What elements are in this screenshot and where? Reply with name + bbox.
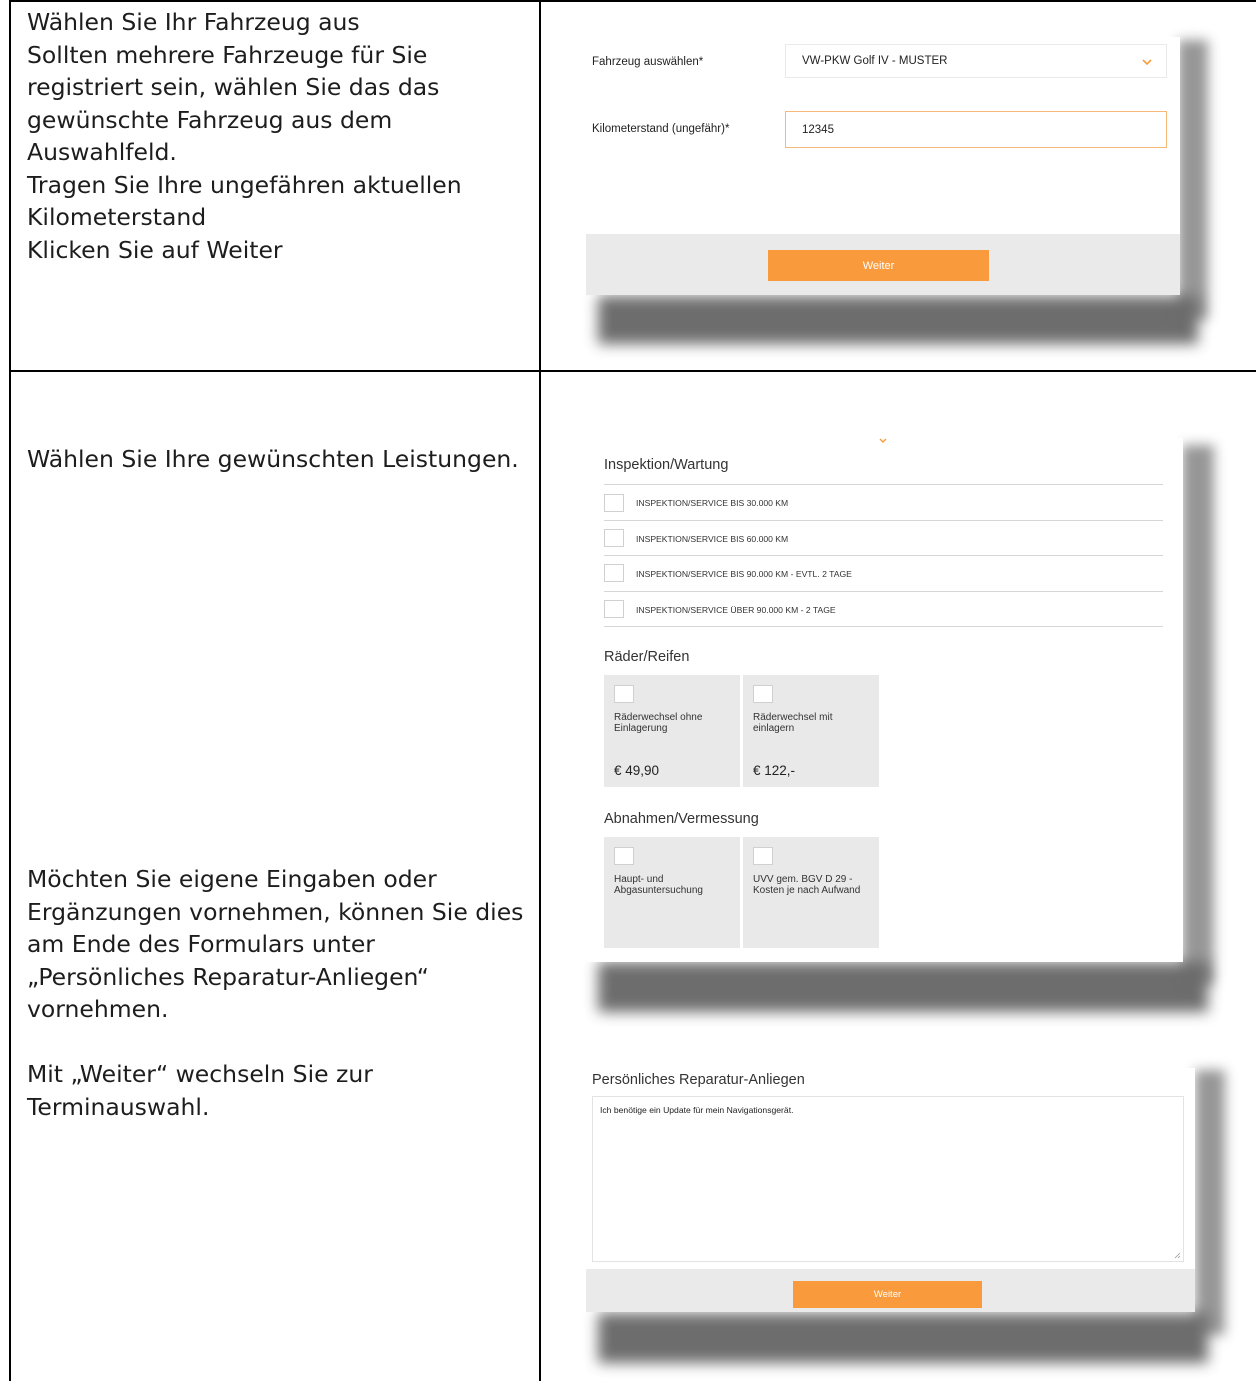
instruction-line: Ergänzungen vornehmen, können Sie dies [27,897,524,926]
tile-price: € 49,90 [614,763,660,778]
vehicle-select-label: Fahrzeug auswählen* [592,56,704,68]
next-button[interactable]: Weiter [768,250,989,281]
instruction-line: Sollten mehrere Fahrzeuge für Sie [27,40,428,69]
divider [604,555,1163,556]
km-input-label: Kilometerstand (ungefähr)* [592,123,730,135]
panel-shadow [1195,1070,1225,1335]
tile-label: Haupt- und Abgasuntersuchung [614,874,703,896]
row1-instructions: Wählen Sie Ihr Fahrzeug aus Sollten mehr… [27,6,462,266]
inspections-section-title: Abnahmen/Vermessung [604,811,759,827]
checkbox[interactable] [614,847,634,865]
instruction-line: Mit „Weiter“ wechseln Sie zur [27,1060,373,1088]
panel-shadow [598,296,1198,344]
row2-instructions-top: Wählen Sie Ihre gewünschten Leistungen. [27,443,519,476]
repair-textarea[interactable]: Ich benötige ein Update für mein Navigat… [592,1096,1184,1262]
wheels-section-title: Räder/Reifen [604,649,690,665]
instruction-line: Terminauswahl. [27,1092,210,1121]
checkbox[interactable] [753,847,773,865]
panel-shadow [1182,445,1214,985]
instruction-line: vornehmen. [27,995,169,1023]
option-label: INSPEKTION/SERVICE ÜBER 90.000 KM - 2 TA… [636,605,836,615]
instruction-line: Klicken Sie auf Weiter [27,235,283,264]
instruction-line: Auswahlfeld. [27,138,177,166]
instruction-line: gewünschte Fahrzeug aus dem [27,105,393,134]
instruction-line: Tragen Sie Ihre ungefähren aktuellen [27,170,462,199]
checkbox[interactable] [604,564,624,582]
table-row-divider [9,370,1256,372]
panel-shadow [598,1313,1208,1363]
tile-price: € 122,- [753,763,796,778]
divider [604,626,1163,627]
divider [604,591,1163,592]
option-label: INSPEKTION/SERVICE BIS 30.000 KM [636,498,789,508]
table-border-middle [539,0,541,1381]
divider [604,484,1163,485]
km-input-value: 12345 [802,123,834,136]
checkbox[interactable] [604,529,624,547]
vehicle-select[interactable]: VW-PKW Golf IV - MUSTER [785,44,1167,78]
inspection-section-title: Inspektion/Wartung [604,457,729,473]
vehicle-select-value: VW-PKW Golf IV - MUSTER [802,55,948,67]
instruction-line: Kilometerstand [27,203,207,231]
option-label: INSPEKTION/SERVICE BIS 90.000 KM - EVTL.… [636,569,852,579]
divider [604,520,1163,521]
services-panel: Inspektion/Wartung INSPEKTION/SERVICE BI… [586,438,1183,962]
checkbox[interactable] [614,685,634,703]
table-border-left [9,0,11,1381]
tile-label: Räderwechsel mit einlagern [753,712,833,734]
checkbox[interactable] [753,685,773,703]
service-tile[interactable]: UVV gem. BGV D 29 - Kosten je nach Aufwa… [743,837,879,948]
repair-title: Persönliches Reparatur-Anliegen [592,1072,805,1088]
instruction-line: Wählen Sie Ihre gewünschten Leistungen. [27,445,519,473]
panel-shadow [598,962,1208,1012]
checkbox[interactable] [604,494,624,512]
chevron-down-icon [1142,59,1152,66]
service-tile[interactable]: Haupt- und Abgasuntersuchung [604,837,740,948]
vehicle-form-panel: Fahrzeug auswählen* VW-PKW Golf IV - MUS… [586,37,1180,295]
instruction-line: am Ende des Formulars unter [27,930,375,958]
option-label: INSPEKTION/SERVICE BIS 60.000 KM [636,534,789,544]
repair-panel: Persönliches Reparatur-Anliegen Ich benö… [586,1068,1195,1312]
table-border-top [9,0,1256,2]
instruction-line: „Persönliches Reparatur-Anliegen“ [27,962,429,991]
km-input[interactable]: 12345 [785,111,1167,148]
panel-shadow [1178,40,1208,320]
repair-textarea-value: Ich benötige ein Update für mein Navigat… [600,1105,794,1115]
service-tile[interactable]: Räderwechsel mit einlagern € 122,- [743,675,879,787]
resize-handle-icon[interactable] [1174,1252,1181,1259]
tile-label: Räderwechsel ohne Einlagerung [614,712,703,734]
chevron-down-icon [879,438,887,443]
instruction-line: Wählen Sie Ihr Fahrzeug aus [27,8,360,36]
row2-instructions-bottom: Möchten Sie eigene Eingaben oder Ergänzu… [27,863,523,1123]
instruction-line: Möchten Sie eigene Eingaben oder [27,865,437,893]
checkbox[interactable] [604,600,624,618]
instruction-line [27,1026,523,1059]
service-tile[interactable]: Räderwechsel ohne Einlagerung € 49,90 [604,675,740,787]
next-button[interactable]: Weiter [793,1281,982,1308]
instruction-line: registriert sein, wählen Sie das das [27,73,440,101]
tile-label: UVV gem. BGV D 29 - Kosten je nach Aufwa… [753,874,861,896]
